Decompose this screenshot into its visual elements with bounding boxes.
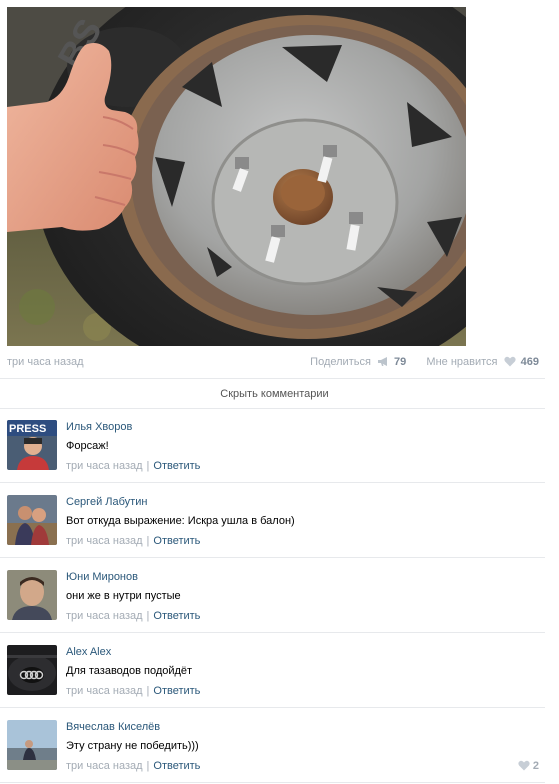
- post-actions: Поделиться 79 Мне нравится 469: [310, 356, 539, 368]
- comment-author[interactable]: Вячеслав Киселёв: [66, 721, 160, 733]
- comment-like-button[interactable]: 2: [518, 760, 539, 772]
- comment-author[interactable]: Alex Alex: [66, 646, 111, 658]
- megaphone-icon: [377, 357, 387, 366]
- reply-link[interactable]: Ответить: [153, 610, 200, 622]
- comment-like-count: 2: [532, 760, 539, 772]
- comment-footer: три часа назад | Ответить: [66, 685, 201, 697]
- divider: [0, 632, 545, 633]
- like-button[interactable]: Мне нравится 469: [426, 356, 539, 368]
- comment-time[interactable]: три часа назад: [66, 610, 143, 622]
- comment-text: Для тазаводов подойдёт: [66, 665, 193, 677]
- post-meta: три часа назад Поделиться 79 Мне нравитс…: [7, 355, 539, 371]
- comment-footer: три часа назад | Ответить: [66, 460, 201, 472]
- heart-icon: [518, 760, 530, 771]
- like-count: 469: [520, 356, 539, 368]
- share-button[interactable]: Поделиться 79: [310, 356, 406, 368]
- comment-item: Вячеслав Киселёв Эту страну не победить)…: [7, 714, 539, 780]
- comment-text: Форсаж!: [66, 440, 109, 452]
- comment-footer: три часа назад | Ответить: [66, 610, 201, 622]
- comment-text: Эту страну не победить))): [66, 740, 199, 752]
- comment-text: Вот откуда выражение: Искра ушла в балон…: [66, 515, 295, 527]
- comment-item: PRESS Илья Хворов Форсаж! три часа назад…: [7, 414, 539, 480]
- post-time[interactable]: три часа назад: [7, 356, 84, 368]
- reply-link[interactable]: Ответить: [153, 760, 200, 772]
- reply-link[interactable]: Ответить: [153, 685, 200, 697]
- comment-item: Сергей Лабутин Вот откуда выражение: Иск…: [7, 489, 539, 555]
- hide-comments-link[interactable]: Скрыть комментарии: [0, 388, 549, 400]
- comment-time[interactable]: три часа назад: [66, 760, 143, 772]
- divider: [0, 378, 545, 379]
- share-label: Поделиться: [310, 356, 371, 368]
- avatar[interactable]: [7, 570, 57, 620]
- comment-text: они же в нутри пустые: [66, 590, 181, 602]
- comment-author[interactable]: Илья Хворов: [66, 421, 132, 433]
- comment-time[interactable]: три часа назад: [66, 535, 143, 547]
- post-photo[interactable]: BS: [7, 7, 466, 346]
- avatar[interactable]: [7, 720, 57, 770]
- divider: [0, 707, 545, 708]
- comment-item: Alex Alex Для тазаводов подойдёт три час…: [7, 639, 539, 705]
- reply-link[interactable]: Ответить: [153, 460, 200, 472]
- avatar-badge-text: PRESS: [9, 423, 46, 435]
- comment-author[interactable]: Юни Миронов: [66, 571, 138, 583]
- avatar[interactable]: [7, 495, 57, 545]
- heart-icon: [503, 356, 516, 367]
- divider: [0, 482, 545, 483]
- comment-footer: три часа назад | Ответить: [66, 760, 201, 772]
- like-label: Мне нравится: [426, 356, 498, 368]
- divider: [0, 782, 545, 783]
- avatar[interactable]: [7, 645, 57, 695]
- reply-link[interactable]: Ответить: [153, 535, 200, 547]
- comment-footer: три часа назад | Ответить: [66, 535, 201, 547]
- comment-time[interactable]: три часа назад: [66, 460, 143, 472]
- divider: [0, 557, 545, 558]
- comment-item: Юни Миронов они же в нутри пустые три ча…: [7, 564, 539, 630]
- share-count: 79: [394, 356, 407, 368]
- comment-author[interactable]: Сергей Лабутин: [66, 496, 147, 508]
- comment-time[interactable]: три часа назад: [66, 685, 143, 697]
- avatar[interactable]: PRESS: [7, 420, 57, 470]
- divider: [0, 408, 545, 409]
